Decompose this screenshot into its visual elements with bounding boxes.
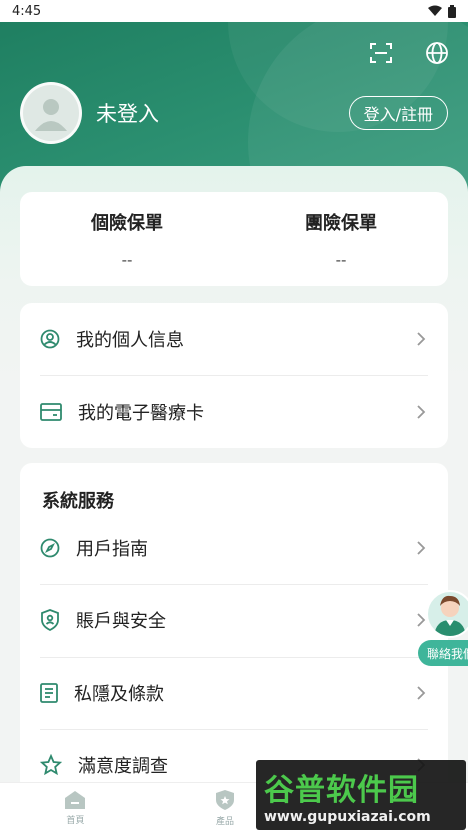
scan-button[interactable]: [368, 40, 394, 66]
nav-label: 產品: [215, 817, 234, 827]
status-icons: [428, 4, 456, 18]
user-placeholder-icon: [35, 99, 67, 131]
menu-item-medical-card[interactable]: 我的電子醫療卡: [40, 376, 428, 448]
section-title: 系統服務: [42, 491, 114, 512]
contact-us-label: 聯絡我們: [418, 640, 468, 666]
menu-item-label: 賬戶與安全: [76, 611, 166, 632]
login-register-button[interactable]: 登入/註冊: [348, 96, 448, 130]
nav-label: 首頁: [66, 816, 85, 826]
watermark-url: www.gupuxiazai.com: [264, 809, 431, 825]
services-card: 系統服務 用戶指南 賬戶與安全 私隱及條款 滿意度調查: [20, 463, 448, 793]
nav-products[interactable]: 產品: [215, 789, 235, 827]
menu-item-personal-info[interactable]: 我的個人信息: [40, 303, 428, 375]
agent-avatar: [426, 590, 468, 638]
menu-item-label: 用戶指南: [76, 539, 148, 560]
menu-item-user-guide[interactable]: 用戶指南: [40, 512, 428, 584]
menu-item-label: 我的個人信息: [76, 330, 184, 351]
watermark: 谷普软件园 www.gupuxiazai.com: [256, 760, 466, 830]
menu-item-label: 私隱及條款: [74, 684, 164, 705]
menu-item-privacy-terms[interactable]: 私隱及條款: [40, 657, 428, 729]
policy-title: 團險保單: [305, 213, 377, 234]
profile: 未登入: [20, 82, 159, 144]
status-time: 4:45: [12, 3, 42, 19]
document-icon: [40, 683, 58, 703]
compass-icon: [40, 538, 60, 558]
shield-user-icon: [41, 609, 59, 631]
chevron-right-icon: [417, 686, 426, 700]
personal-menu-card: 我的個人信息 我的電子醫療卡: [20, 303, 448, 448]
globe-icon: [426, 42, 448, 64]
card-icon: [40, 403, 62, 421]
policy-value: --: [121, 251, 133, 269]
group-policy[interactable]: 團險保單 --: [234, 192, 448, 286]
menu-item-account-security[interactable]: 賬戶與安全: [40, 584, 428, 656]
user-circle-icon: [40, 329, 60, 349]
avatar[interactable]: [20, 82, 82, 144]
individual-policy[interactable]: 個險保單 --: [20, 192, 234, 286]
policy-card: 個險保單 -- 團險保單 --: [20, 192, 448, 286]
battery-icon: [448, 4, 456, 18]
chevron-right-icon: [417, 541, 426, 555]
wifi-icon: [428, 5, 442, 16]
star-icon: [40, 754, 62, 776]
status-bar: 4:45: [0, 0, 468, 22]
home-icon: [65, 791, 86, 809]
contact-us-button[interactable]: 聯絡我們: [418, 590, 468, 676]
policy-title: 個險保單: [91, 213, 163, 234]
scan-icon: [370, 43, 392, 63]
language-button[interactable]: [424, 40, 450, 66]
agent-icon: [434, 595, 466, 636]
watermark-title: 谷普软件园: [264, 773, 419, 808]
chevron-right-icon: [417, 332, 426, 346]
chevron-right-icon: [417, 405, 426, 419]
username: 未登入: [96, 102, 159, 126]
menu-item-label: 我的電子醫療卡: [78, 403, 204, 424]
header-actions: [368, 40, 450, 66]
policy-value: --: [335, 251, 347, 269]
product-shield-icon: [215, 790, 234, 810]
nav-home[interactable]: 首頁: [64, 790, 86, 826]
